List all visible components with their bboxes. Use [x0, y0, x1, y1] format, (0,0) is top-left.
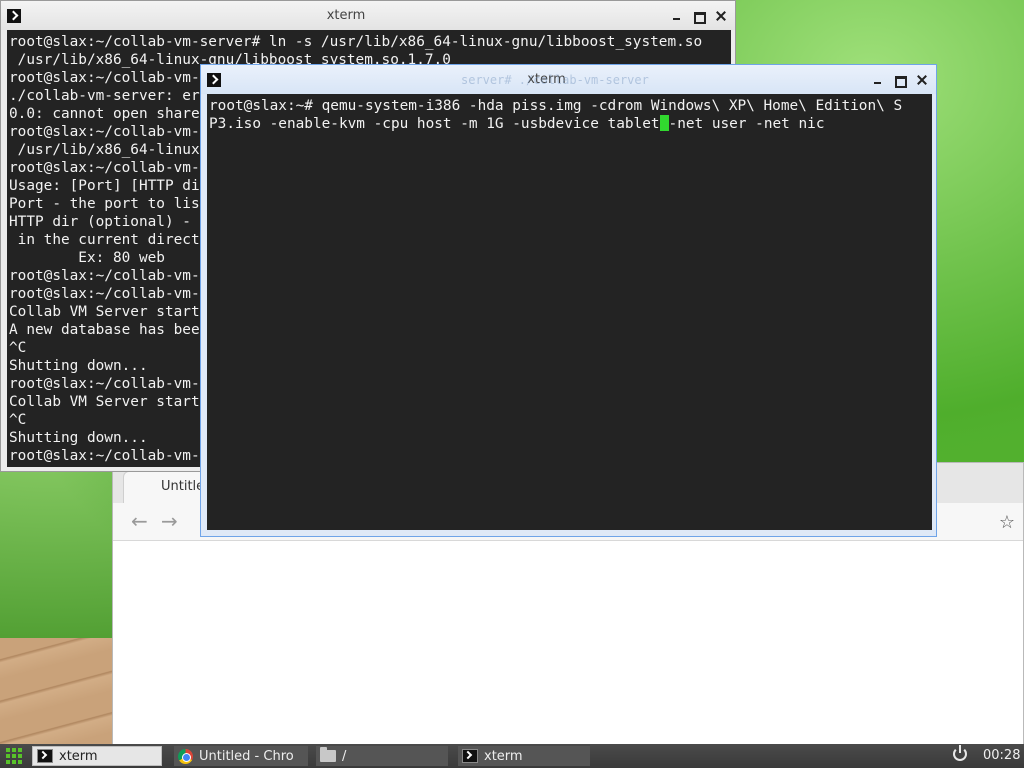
clock: 00:28 [983, 748, 1021, 763]
taskbar-item-label: xterm [59, 748, 98, 764]
terminal-icon [462, 749, 478, 763]
terminal-line: root@slax:~/collab-vm-server# ln -s /usr… [9, 34, 703, 50]
terminal-line-2b: -net user -net nic [668, 116, 825, 132]
taskbar: xterm Untitled - Chro / xterm 00:28 [0, 744, 1024, 768]
maximize-icon[interactable] [894, 74, 907, 88]
terminal-line-1: root@slax:~# qemu-system-i386 -hda piss.… [209, 98, 903, 114]
taskbar-item-label: xterm [484, 748, 523, 764]
wallpaper-deck [0, 638, 112, 746]
taskbar-item-chrome[interactable]: Untitled - Chro [174, 746, 308, 766]
minimize-icon[interactable] [671, 10, 683, 22]
bookmark-star-icon[interactable]: ☆ [999, 512, 1015, 533]
titlebar[interactable]: server# ./collab-vm-server xterm [201, 65, 936, 94]
xterm-window-front[interactable]: server# ./collab-vm-server xterm root@sl… [200, 64, 937, 537]
terminal-icon [37, 749, 53, 763]
maximize-icon[interactable] [693, 10, 706, 24]
close-icon[interactable] [916, 74, 928, 86]
taskbar-item-label: / [342, 748, 347, 764]
terminal-line-2a: P3.iso -enable-kvm -cpu host -m 1G -usbd… [209, 116, 660, 132]
minimize-icon[interactable] [872, 74, 884, 86]
back-button[interactable]: ← [131, 511, 148, 531]
text-cursor [659, 115, 669, 131]
taskbar-item-xterm-2[interactable]: xterm [458, 746, 590, 766]
chrome-tab-label: Untitle [161, 479, 205, 494]
chrome-icon [178, 748, 193, 764]
titlebar[interactable]: xterm [1, 1, 735, 30]
power-icon[interactable] [953, 745, 967, 761]
taskbar-item-label: Untitled - Chro [199, 748, 294, 764]
terminal-input[interactable]: root@slax:~# qemu-system-i386 -hda piss.… [207, 94, 932, 530]
app-menu-icon[interactable] [6, 748, 22, 764]
forward-button[interactable]: → [161, 511, 178, 531]
terminal-icon [7, 8, 21, 23]
window-title: xterm [326, 8, 366, 23]
taskbar-item-files[interactable]: / [316, 746, 448, 766]
close-icon[interactable] [715, 10, 727, 22]
ghost-text: server# ./collab-vm-server [461, 73, 649, 87]
folder-icon [320, 747, 336, 762]
taskbar-item-xterm[interactable]: xterm [32, 746, 162, 766]
terminal-icon [207, 72, 221, 87]
